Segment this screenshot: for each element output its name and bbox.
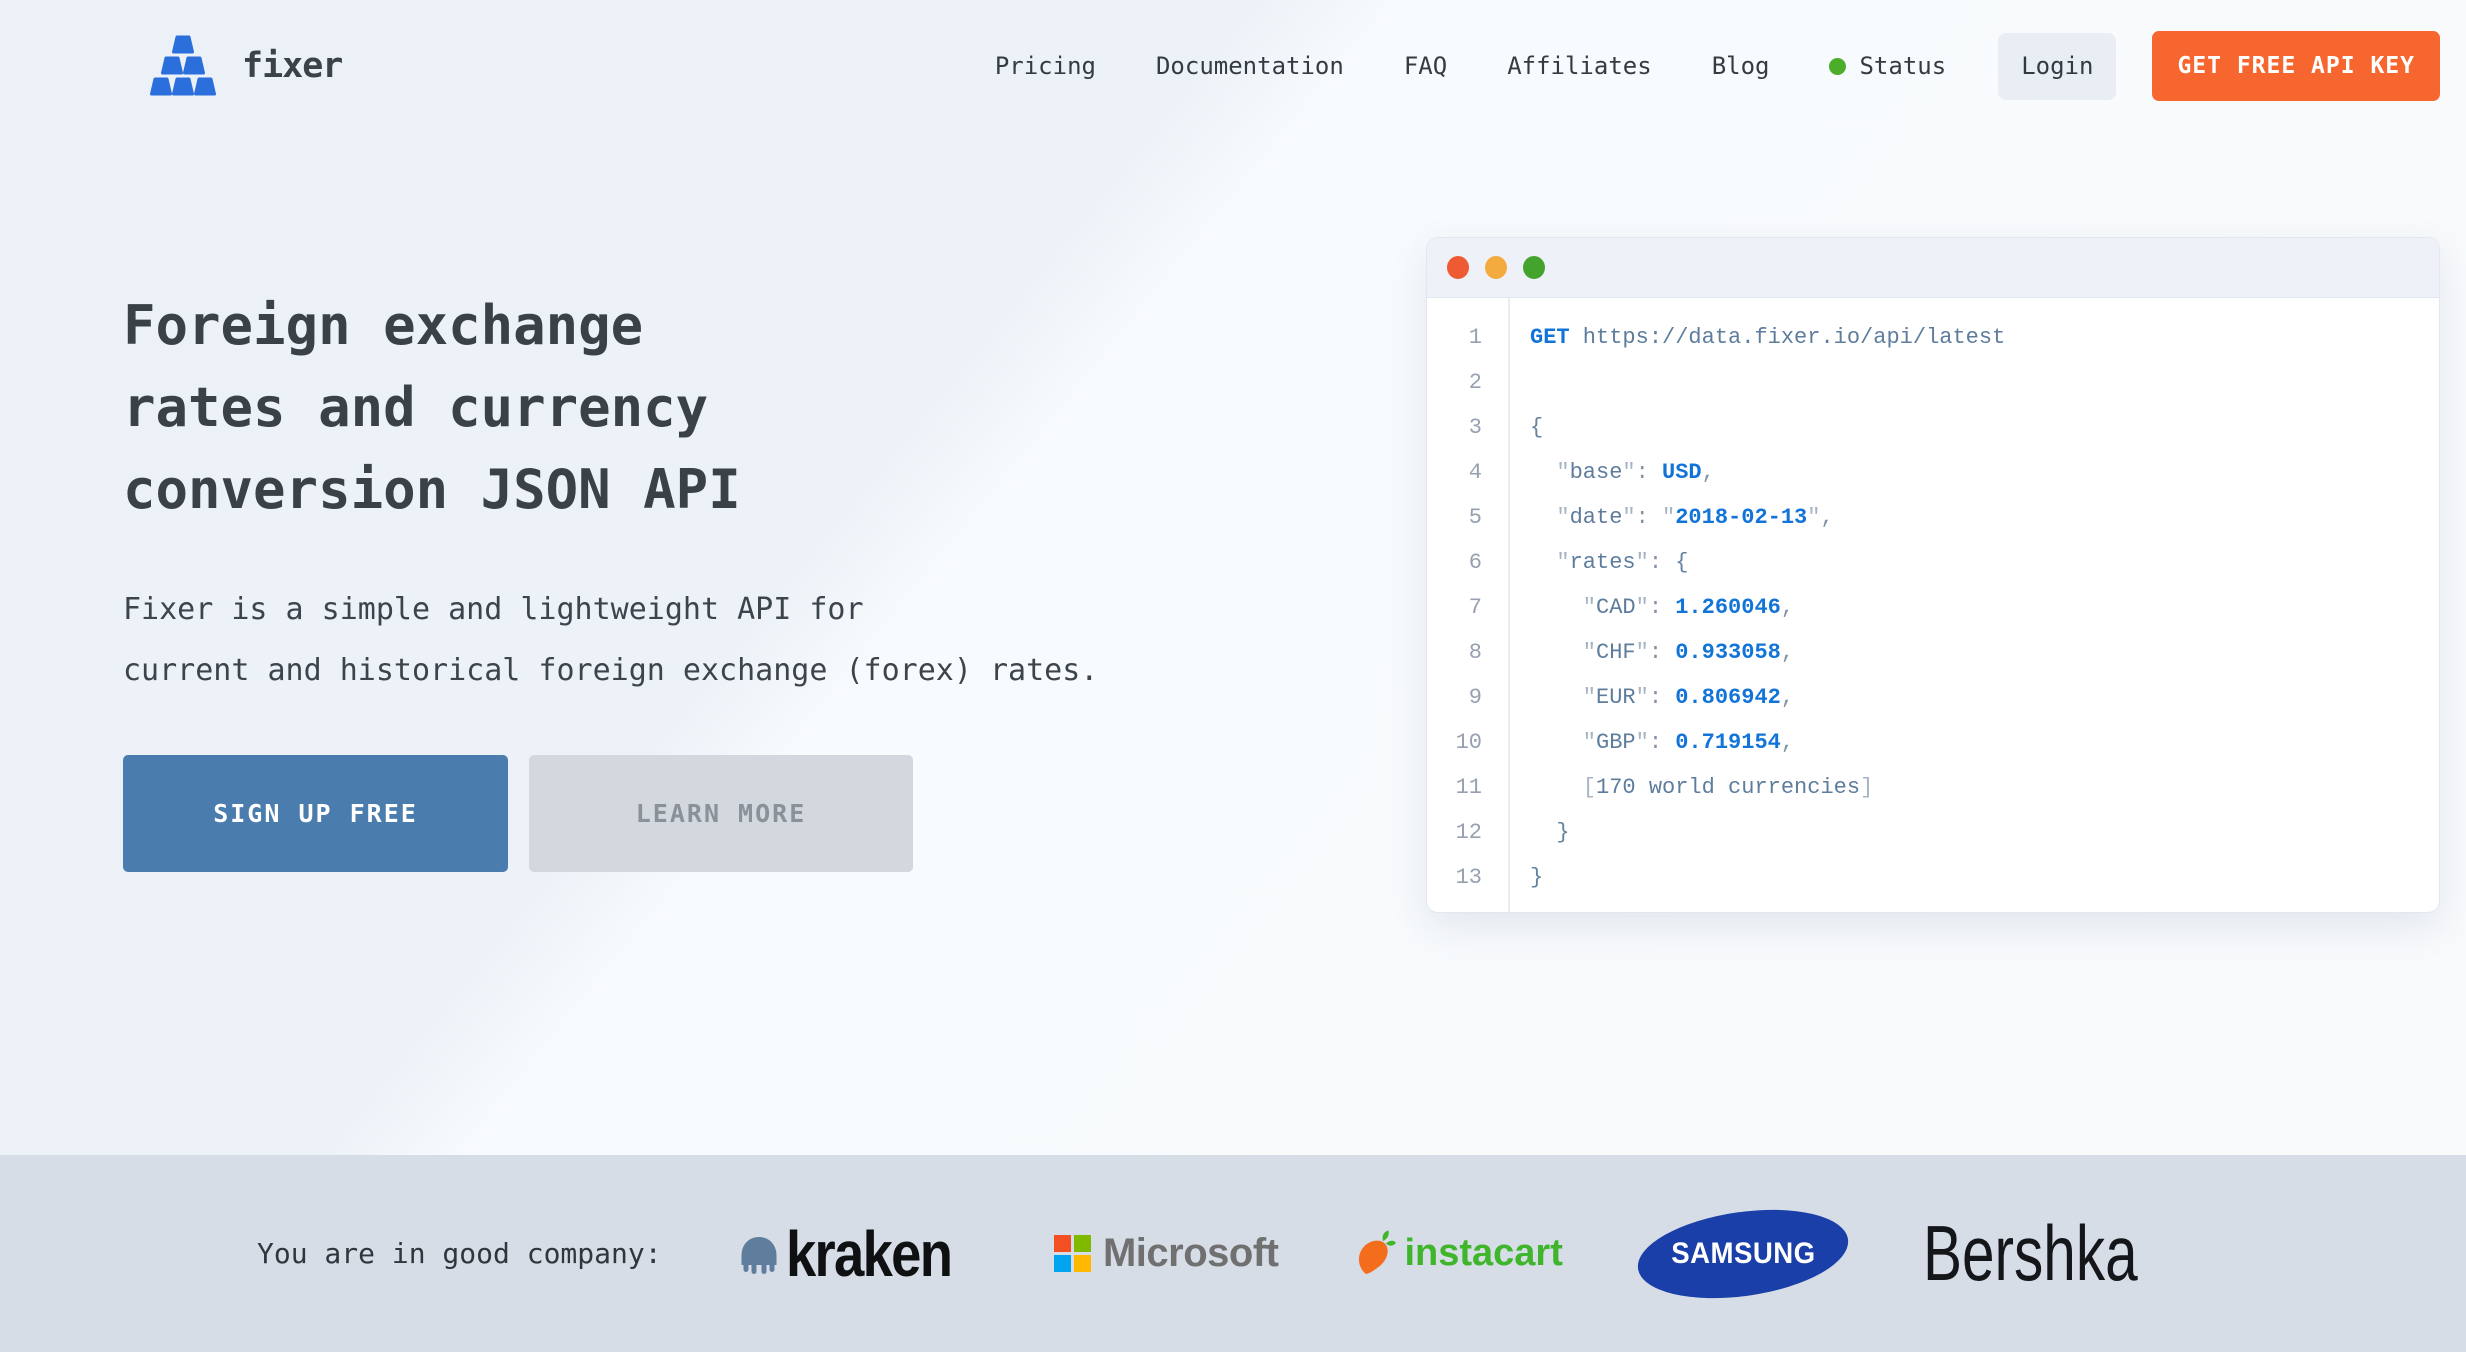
learn-more-button[interactable]: LEARN MORE — [529, 755, 913, 872]
code-line — [1508, 360, 2439, 405]
get-free-api-key-button[interactable]: GET FREE API KEY — [2152, 31, 2440, 101]
samsung-wordmark: SAMSUNG — [1671, 1237, 1815, 1271]
hero-copy: Foreign exchange rates and currency conv… — [123, 285, 1223, 872]
code-body: 1GET https://data.fixer.io/api/latest23{… — [1427, 298, 2439, 913]
logo-samsung: SAMSUNG — [1637, 1212, 1849, 1296]
title-line-3: conversion JSON API — [123, 449, 1223, 531]
code-line: } — [1508, 855, 2439, 900]
code-line: "CAD": 1.260046, — [1508, 585, 2439, 630]
brand-name: fixer — [242, 46, 342, 86]
line-number: 2 — [1427, 360, 1508, 405]
code-line: "EUR": 0.806942, — [1508, 675, 2439, 720]
line-number: 8 — [1427, 630, 1508, 675]
nav-link-documentation[interactable]: Documentation — [1156, 52, 1344, 80]
code-line: GET https://data.fixer.io/api/latest — [1508, 315, 2439, 360]
kraken-wordmark: kraken — [786, 1217, 951, 1291]
nav-links: Pricing Documentation FAQ Affiliates Blog — [995, 52, 1770, 80]
top-nav: fixer Pricing Documentation FAQ Affiliates B… — [0, 0, 2466, 132]
line-number: 11 — [1427, 765, 1508, 810]
status-dot-icon — [1829, 58, 1846, 75]
code-line: } — [1508, 810, 2439, 855]
code-line: [170 world currencies] — [1508, 765, 2439, 810]
code-line: "GBP": 0.719154, — [1508, 720, 2439, 765]
kraken-icon — [736, 1232, 782, 1276]
code-line: { — [1508, 405, 2439, 450]
logo-instacart: instacart — [1352, 1230, 1562, 1278]
subtitle-line-2: current and historical foreign exchange … — [123, 640, 1223, 701]
minimize-window-icon[interactable] — [1485, 256, 1507, 279]
logo-microsoft: Microsoft — [1054, 1231, 1279, 1276]
samsung-oval-icon: SAMSUNG — [1632, 1197, 1854, 1310]
instacart-wordmark: instacart — [1404, 1232, 1562, 1275]
hero-section: fixer Pricing Documentation FAQ Affiliates B… — [0, 0, 2466, 1155]
code-line: "rates": { — [1508, 540, 2439, 585]
fixer-logo-icon — [150, 35, 216, 97]
title-line-2: rates and currency — [123, 367, 1223, 449]
code-line: "base": USD, — [1508, 450, 2439, 495]
microsoft-wordmark: Microsoft — [1103, 1231, 1279, 1276]
sign-up-free-button[interactable]: SIGN UP FREE — [123, 755, 508, 872]
companies-band: You are in good company: kraken Mi — [0, 1155, 2466, 1352]
close-window-icon[interactable] — [1447, 256, 1469, 279]
logo-bershka: Bershka — [1923, 1208, 2209, 1299]
subtitle-line-1: Fixer is a simple and lightweight API fo… — [123, 579, 1223, 640]
code-line: "date": "2018-02-13", — [1508, 495, 2439, 540]
nav-link-faq[interactable]: FAQ — [1404, 52, 1447, 80]
fixer-landing-page: fixer Pricing Documentation FAQ Affiliates B… — [0, 0, 2466, 1352]
code-lines: 1GET https://data.fixer.io/api/latest23{… — [1427, 315, 2439, 900]
status-link[interactable]: Status — [1829, 52, 1946, 80]
gutter-divider — [1508, 298, 1510, 913]
line-number: 7 — [1427, 585, 1508, 630]
line-number: 6 — [1427, 540, 1508, 585]
nav-link-affiliates[interactable]: Affiliates — [1507, 52, 1652, 80]
bershka-wordmark: Bershka — [1923, 1208, 2138, 1299]
line-number: 13 — [1427, 855, 1508, 900]
instacart-carrot-icon — [1352, 1230, 1396, 1278]
hero-buttons: SIGN UP FREE LEARN MORE — [123, 755, 1223, 872]
line-number: 12 — [1427, 810, 1508, 855]
line-number: 5 — [1427, 495, 1508, 540]
line-number: 3 — [1427, 405, 1508, 450]
nav-link-blog[interactable]: Blog — [1712, 52, 1770, 80]
microsoft-icon — [1054, 1235, 1091, 1272]
login-button[interactable]: Login — [1998, 33, 2116, 100]
code-line: "CHF": 0.933058, — [1508, 630, 2439, 675]
title-line-1: Foreign exchange — [123, 285, 1223, 367]
logo-kraken: kraken — [736, 1217, 980, 1291]
line-number: 4 — [1427, 450, 1508, 495]
status-label: Status — [1859, 52, 1946, 80]
line-number: 10 — [1427, 720, 1508, 765]
companies-label: You are in good company: — [257, 1237, 662, 1270]
line-number: 9 — [1427, 675, 1508, 720]
brand-logo[interactable]: fixer — [150, 35, 342, 97]
nav-link-pricing[interactable]: Pricing — [995, 52, 1096, 80]
code-window: 1GET https://data.fixer.io/api/latest23{… — [1426, 237, 2440, 913]
nav-menu: Pricing Documentation FAQ Affiliates Blog St… — [995, 31, 2440, 101]
line-number: 1 — [1427, 315, 1508, 360]
hero-subtitle: Fixer is a simple and lightweight API fo… — [123, 579, 1223, 701]
window-titlebar — [1427, 238, 2439, 298]
page-title: Foreign exchange rates and currency conv… — [123, 285, 1223, 531]
maximize-window-icon[interactable] — [1523, 256, 1545, 279]
